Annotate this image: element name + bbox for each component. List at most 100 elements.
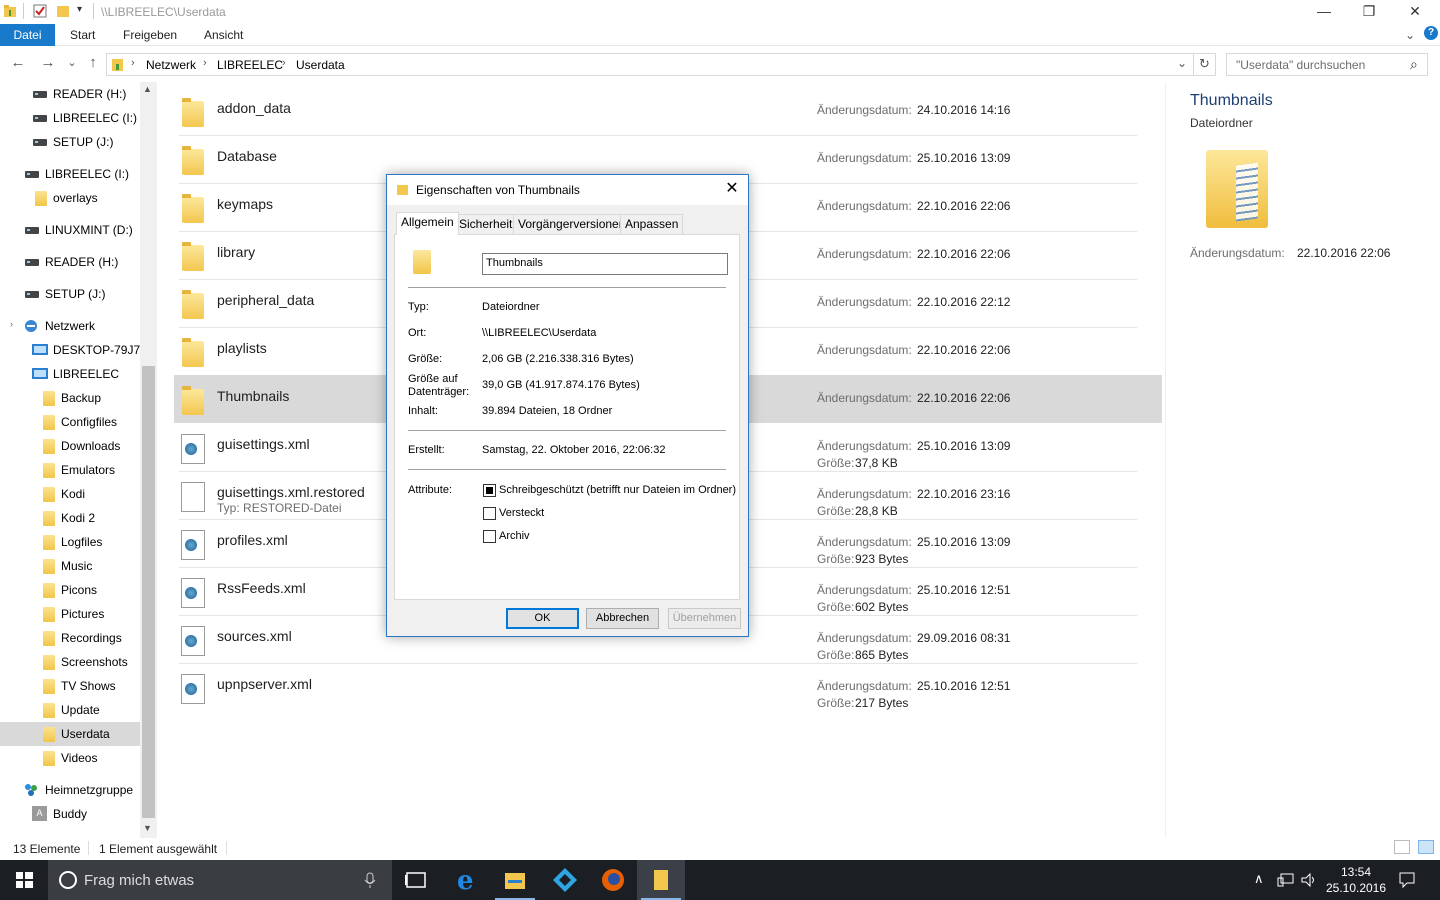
sidebar-item-kodi[interactable]: Kodi bbox=[0, 482, 140, 506]
ok-button[interactable]: OK bbox=[506, 608, 579, 629]
sidebar-item-downloads[interactable]: Downloads bbox=[0, 434, 140, 458]
sidebar-item-netzwerk[interactable]: › Netzwerk bbox=[0, 314, 140, 338]
address-bar[interactable]: › Netzwerk › LIBREELEC › Userdata ⌄ bbox=[106, 53, 1194, 76]
navigation-scrollbar[interactable]: ▲ ▼ bbox=[140, 82, 157, 838]
scroll-down-icon[interactable]: ▼ bbox=[143, 823, 152, 833]
sidebar-item-heimnetzgruppe[interactable]: Heimnetzgruppe bbox=[0, 778, 140, 802]
sidebar-item-tv-shows[interactable]: TV Shows bbox=[0, 674, 140, 698]
task-view-icon[interactable] bbox=[392, 860, 440, 900]
sidebar-item-setup-j-2[interactable]: SETUP (J:) bbox=[0, 282, 140, 306]
system-clock[interactable]: 13:54 25.10.2016 bbox=[1318, 864, 1394, 896]
properties-icon[interactable] bbox=[33, 4, 47, 18]
forward-button[interactable]: → bbox=[38, 54, 58, 74]
sidebar-item-configfiles[interactable]: Configfiles bbox=[0, 410, 140, 434]
expand-chevron-icon[interactable]: › bbox=[10, 319, 13, 329]
sidebar-item-overlays[interactable]: overlays bbox=[0, 186, 140, 210]
tab-ansicht[interactable]: Ansicht bbox=[204, 24, 243, 46]
sidebar-item-libreelec-i[interactable]: LIBREELEC (I:) bbox=[0, 106, 140, 130]
dialog-close-button[interactable]: ✕ bbox=[722, 180, 742, 200]
cancel-button[interactable]: Abbrechen bbox=[586, 608, 659, 629]
folder-name-input[interactable]: Thumbnails bbox=[482, 253, 728, 275]
breadcrumb-libreelec[interactable]: LIBREELEC bbox=[217, 58, 283, 72]
sidebar-item-videos[interactable]: Videos bbox=[0, 746, 140, 770]
sidebar-item-userdata[interactable]: Userdata bbox=[0, 722, 140, 746]
tab-vorgaengerversionen[interactable]: Vorgängerversionen bbox=[513, 214, 631, 234]
quick-access-dropdown-icon[interactable]: ▾ bbox=[77, 4, 82, 15]
sidebar-item-desktop[interactable]: DESKTOP-79J77C bbox=[0, 338, 140, 362]
network-tray-icon[interactable] bbox=[1277, 872, 1295, 888]
breadcrumb-userdata[interactable]: Userdata bbox=[296, 58, 345, 72]
hidden-checkbox[interactable] bbox=[483, 507, 496, 520]
navigation-pane: READER (H:) LIBREELEC (I:) SETUP (J:) LI… bbox=[0, 82, 157, 838]
ribbon-expand-icon[interactable]: ⌄ bbox=[1405, 24, 1415, 46]
large-icons-view-icon[interactable] bbox=[1418, 840, 1434, 854]
sidebar-item-picons[interactable]: Picons bbox=[0, 578, 140, 602]
tab-start[interactable]: Start bbox=[70, 24, 95, 46]
list-item[interactable]: upnpserver.xml Änderungsdatum: 25.10.201… bbox=[174, 663, 1162, 711]
cortana-search-input[interactable]: Frag mich etwas bbox=[48, 860, 392, 900]
tray-expand-icon[interactable]: ∧ bbox=[1254, 871, 1264, 887]
tab-sicherheit[interactable]: Sicherheit bbox=[454, 214, 518, 234]
new-folder-icon[interactable] bbox=[56, 4, 70, 18]
back-button[interactable]: ← bbox=[8, 54, 28, 74]
tab-anpassen[interactable]: Anpassen bbox=[620, 214, 684, 234]
sidebar-item-kodi-2[interactable]: Kodi 2 bbox=[0, 506, 140, 530]
sidebar-item-reader-h[interactable]: READER (H:) bbox=[0, 82, 140, 106]
microphone-icon[interactable] bbox=[364, 872, 376, 889]
sidebar-item-buddy[interactable]: A Buddy bbox=[0, 802, 140, 826]
firefox-icon[interactable] bbox=[589, 860, 637, 900]
sidebar-item-backup[interactable]: Backup bbox=[0, 386, 140, 410]
recent-locations-dropdown[interactable]: ⌄ bbox=[62, 54, 82, 74]
address-dropdown-icon[interactable]: ⌄ bbox=[1177, 56, 1187, 70]
size-label: Größe: bbox=[817, 600, 855, 614]
scrollbar-thumb[interactable] bbox=[142, 366, 155, 818]
refresh-button[interactable]: ↻ bbox=[1194, 53, 1216, 76]
computer-icon bbox=[32, 368, 48, 379]
properties-taskbar-button[interactable] bbox=[637, 860, 685, 900]
sidebar-item-reader-h-2[interactable]: READER (H:) bbox=[0, 250, 140, 274]
sidebar-item-emulators[interactable]: Emulators bbox=[0, 458, 140, 482]
edge-icon[interactable]: e bbox=[443, 860, 491, 900]
tab-datei[interactable]: Datei bbox=[0, 24, 55, 46]
maximize-button[interactable]: ❐ bbox=[1346, 0, 1392, 24]
kodi-icon[interactable] bbox=[541, 860, 589, 900]
file-name: sources.xml bbox=[217, 628, 292, 644]
search-input[interactable]: "Userdata" durchsuchen ⌕ bbox=[1226, 53, 1428, 76]
action-center-icon[interactable] bbox=[1398, 871, 1416, 889]
sidebar-item-update[interactable]: Update bbox=[0, 698, 140, 722]
file-date: 22.10.2016 23:16 bbox=[917, 487, 1011, 501]
hidden-label[interactable]: Versteckt bbox=[499, 507, 544, 519]
archive-checkbox[interactable] bbox=[483, 530, 496, 543]
tab-allgemein[interactable]: Allgemein bbox=[396, 212, 459, 235]
archive-label[interactable]: Archiv bbox=[499, 530, 530, 542]
volume-tray-icon[interactable] bbox=[1300, 872, 1318, 888]
sidebar-item-pictures[interactable]: Pictures bbox=[0, 602, 140, 626]
file-size: 28,8 KB bbox=[855, 504, 898, 518]
sidebar-item-logfiles[interactable]: Logfiles bbox=[0, 530, 140, 554]
sidebar-item-music[interactable]: Music bbox=[0, 554, 140, 578]
help-icon[interactable]: ? bbox=[1424, 26, 1438, 40]
search-icon[interactable]: ⌕ bbox=[1410, 56, 1418, 73]
sidebar-item-linuxmint-d[interactable]: LINUXMINT (D:) bbox=[0, 218, 140, 242]
sidebar-item-screenshots[interactable]: Screenshots bbox=[0, 650, 140, 674]
sidebar-item-label: SETUP (J:) bbox=[53, 135, 114, 149]
readonly-checkbox[interactable] bbox=[483, 484, 496, 497]
tab-freigeben[interactable]: Freigeben bbox=[123, 24, 177, 46]
minimize-button[interactable]: — bbox=[1301, 0, 1347, 24]
sidebar-item-libreelec[interactable]: LIBREELEC bbox=[0, 362, 140, 386]
up-button[interactable]: ↑ bbox=[83, 54, 103, 74]
file-explorer-taskbar-button[interactable] bbox=[491, 860, 539, 900]
sidebar-item-recordings[interactable]: Recordings bbox=[0, 626, 140, 650]
readonly-label[interactable]: Schreibgeschützt (betrifft nur Dateien i… bbox=[499, 484, 736, 496]
sidebar-item-libreelec-i-2[interactable]: LIBREELEC (I:) bbox=[0, 162, 140, 186]
breadcrumb-netzwerk[interactable]: Netzwerk bbox=[146, 58, 196, 72]
apply-button[interactable]: Übernehmen bbox=[668, 608, 741, 629]
sidebar-item-setup-j[interactable]: SETUP (J:) bbox=[0, 130, 140, 154]
close-button[interactable]: ✕ bbox=[1392, 0, 1438, 24]
details-view-icon[interactable] bbox=[1394, 840, 1410, 854]
windows-start-icon[interactable] bbox=[0, 860, 48, 900]
scroll-up-icon[interactable]: ▲ bbox=[143, 84, 152, 94]
navigation-bar: ← → ⌄ ↑ › Netzwerk › LIBREELEC › Userdat… bbox=[0, 50, 1440, 78]
file-date: 22.10.2016 22:06 bbox=[917, 199, 1011, 213]
list-item[interactable]: addon_data Änderungsdatum: 24.10.2016 14… bbox=[174, 87, 1162, 135]
